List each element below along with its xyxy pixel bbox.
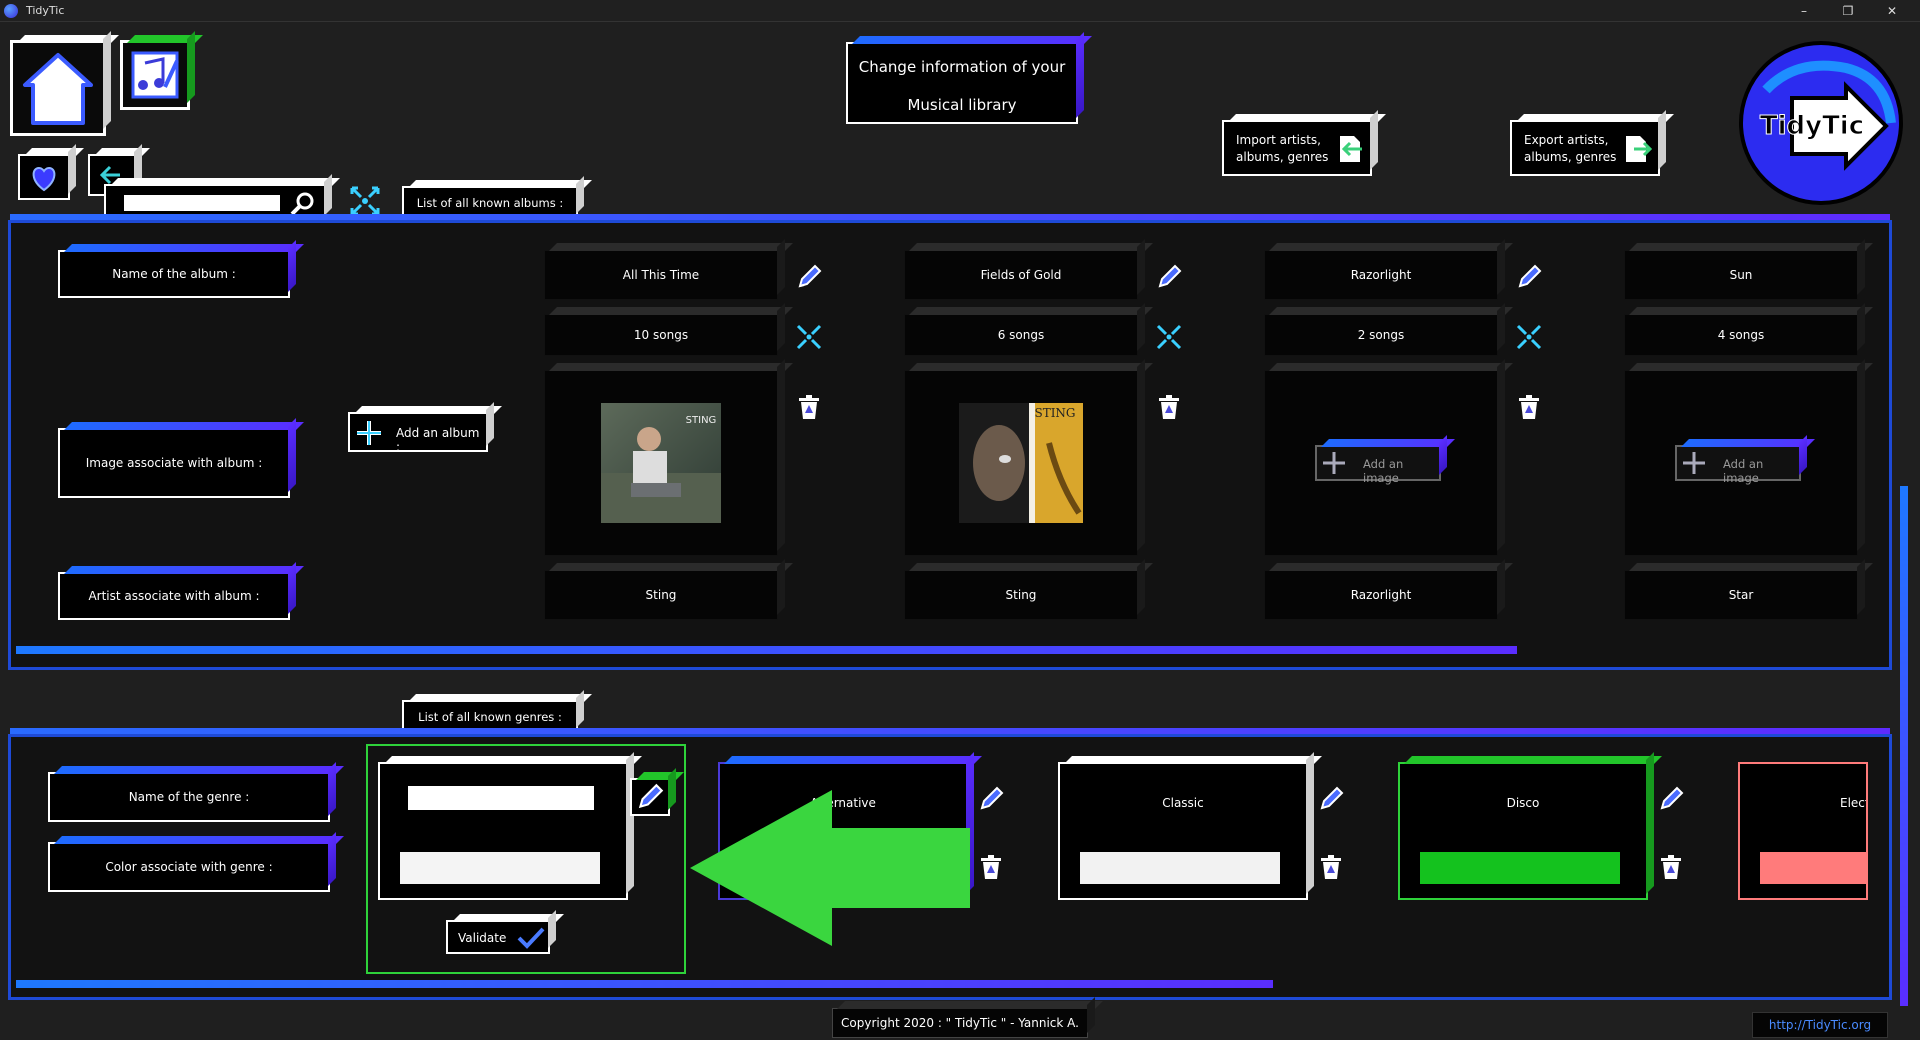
genres-horizontal-scrollbar[interactable] — [16, 980, 1273, 988]
genre-color-row-label: Color associate with genre : — [48, 842, 330, 892]
album-artist-cell: Sting — [904, 570, 1138, 620]
import-label-line1: Import artists, — [1236, 133, 1321, 147]
search-input[interactable] — [124, 195, 280, 211]
music-note-icon — [123, 43, 187, 107]
genre-name-row-label: Name of the genre : — [48, 772, 330, 822]
favorites-button[interactable] — [18, 154, 70, 200]
expand-songs-icon[interactable] — [1154, 322, 1184, 352]
new-genre-edit-button[interactable] — [630, 778, 670, 816]
genre-card[interactable]: Disco — [1398, 762, 1648, 900]
delete-genre-trash-icon[interactable] — [1656, 852, 1686, 882]
edit-genre-pencil-icon[interactable] — [976, 784, 1006, 814]
album-name-cell: Fields of Gold — [904, 250, 1138, 300]
delete-album-trash-icon[interactable] — [1154, 392, 1184, 422]
close-button[interactable]: ✕ — [1872, 2, 1912, 20]
album-artist-cell: Sting — [544, 570, 778, 620]
edit-genre-pencil-icon[interactable] — [1316, 784, 1346, 814]
album-artist-cell: Razorlight — [1264, 570, 1498, 620]
genre-card[interactable]: Classic — [1058, 762, 1308, 900]
checkmark-icon — [517, 927, 545, 949]
expand-songs-icon[interactable] — [794, 322, 824, 352]
vertical-scrollbar[interactable] — [1900, 486, 1908, 1006]
album-songs-cell: 10 songs — [544, 314, 778, 356]
plus-icon — [1323, 452, 1345, 474]
website-link[interactable]: http://TidyTic.org — [1753, 1018, 1887, 1032]
green-arrow-icon — [690, 790, 970, 946]
genre-color-swatch — [1420, 852, 1620, 884]
delete-genre-trash-icon[interactable] — [1316, 852, 1346, 882]
export-icon — [1626, 136, 1652, 162]
album-name-cell: Sun — [1624, 250, 1858, 300]
genre-card[interactable]: Elect — [1738, 762, 1868, 900]
edit-genre-pencil-icon[interactable] — [1656, 784, 1686, 814]
edit-album-pencil-icon[interactable] — [1154, 262, 1184, 292]
delete-album-trash-icon[interactable] — [794, 392, 824, 422]
album-name-cell: Razorlight — [1264, 250, 1498, 300]
window-titlebar: TidyTic – ❐ ✕ — [0, 0, 1920, 22]
add-image-button[interactable]: Add an image — [1675, 445, 1801, 485]
svg-text:STING: STING — [1034, 406, 1075, 420]
svg-text:STING: STING — [686, 415, 717, 426]
page-title-line1: Change information of your — [858, 58, 1066, 76]
new-genre-color-input[interactable] — [400, 852, 600, 884]
new-genre-name-input[interactable] — [408, 786, 594, 810]
restore-button[interactable]: ❐ — [1828, 2, 1868, 20]
album-image-cell: Add an image — [1624, 370, 1858, 556]
export-label-line1: Export artists, — [1524, 133, 1609, 147]
shuffle-icon[interactable] — [348, 184, 382, 218]
genres-tab-label: List of all known genres : — [418, 710, 562, 724]
genre-color-swatch — [1080, 852, 1280, 884]
page-title: Change information of your Musical libra… — [846, 42, 1078, 124]
window-title: TidyTic — [26, 4, 65, 17]
export-button[interactable]: Export artists, albums, genres — [1510, 120, 1660, 176]
plus-icon — [1683, 452, 1705, 474]
website-link-box[interactable]: http://TidyTic.org — [1752, 1012, 1888, 1038]
album-image-cell: STING — [904, 370, 1138, 556]
import-button[interactable]: Import artists, albums, genres — [1222, 120, 1372, 176]
add-image-button[interactable]: Add an image — [1315, 445, 1441, 485]
album-name-row-label: Name of the album : — [58, 250, 290, 298]
pencil-icon — [638, 783, 664, 809]
copyright-box: Copyright 2020 : " TidyTic " - Yannick A… — [832, 1008, 1088, 1038]
album-songs-cell: 6 songs — [904, 314, 1138, 356]
import-label-line2: albums, genres — [1236, 150, 1329, 164]
albums-horizontal-scrollbar[interactable] — [16, 646, 1517, 654]
genre-color-swatch — [1760, 852, 1866, 884]
album-image-row-label: Image associate with album : — [58, 428, 290, 498]
album-image-cell: STING — [544, 370, 778, 556]
album-songs-cell: 4 songs — [1624, 314, 1858, 356]
albums-tab-label: List of all known albums : — [416, 196, 564, 210]
validate-button[interactable]: Validate — [446, 920, 550, 954]
album-image-cell: Add an image — [1264, 370, 1498, 556]
import-icon — [1340, 136, 1362, 162]
album-cover-image: STING — [959, 403, 1083, 523]
delete-album-trash-icon[interactable] — [1514, 392, 1544, 422]
album-artist-row-label: Artist associate with album : — [58, 572, 290, 620]
expand-songs-icon[interactable] — [1514, 322, 1544, 352]
add-album-button[interactable]: Add an album : — [348, 412, 488, 454]
new-genre-card — [378, 762, 628, 900]
library-button[interactable] — [120, 40, 190, 110]
album-name-cell: All This Time — [544, 250, 778, 300]
home-icon — [13, 43, 103, 133]
plus-icon — [357, 421, 381, 445]
app-icon — [4, 4, 18, 18]
tidytic-logo: TidyTic — [1739, 41, 1903, 205]
logo-text: TidyTic — [1760, 111, 1864, 141]
edit-album-pencil-icon[interactable] — [794, 262, 824, 292]
page-title-line2: Musical library — [907, 96, 1017, 114]
heart-icon — [32, 166, 56, 192]
export-label-line2: albums, genres — [1524, 150, 1617, 164]
album-songs-cell: 2 songs — [1264, 314, 1498, 356]
edit-album-pencil-icon[interactable] — [1514, 262, 1544, 292]
album-artist-cell: Star — [1624, 570, 1858, 620]
minimize-button[interactable]: – — [1784, 2, 1824, 20]
home-button[interactable] — [10, 40, 106, 136]
album-cover-image: STING — [601, 403, 721, 523]
delete-genre-trash-icon[interactable] — [976, 852, 1006, 882]
